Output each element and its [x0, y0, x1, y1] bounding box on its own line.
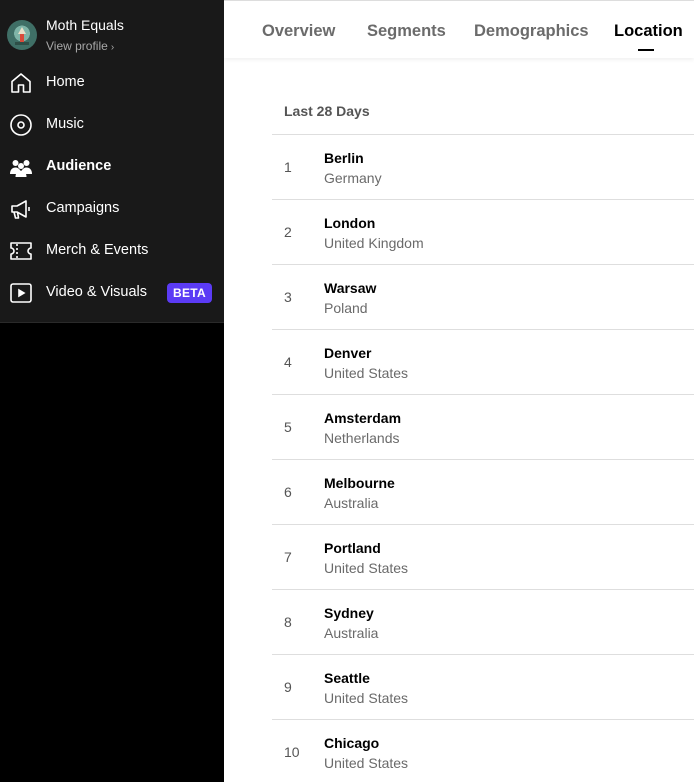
location-rank: 3 — [284, 289, 292, 305]
tab-overview[interactable]: Overview — [262, 22, 335, 41]
sidebar-item-audience[interactable]: Audience — [0, 146, 224, 186]
location-row: 1 Berlin Germany — [272, 134, 694, 199]
location-country: United States — [324, 560, 409, 576]
location-country: United States — [324, 690, 409, 706]
location-city: London — [324, 215, 376, 231]
location-country: Australia — [324, 495, 379, 511]
location-row: 10 Chicago United States — [272, 719, 694, 782]
location-rank: 9 — [284, 679, 292, 695]
sidebar-item-label: Video & Visuals — [46, 284, 148, 300]
profile-card[interactable]: Moth Equals View profile › — [0, 0, 224, 62]
location-country: Germany — [324, 170, 382, 186]
location-country: Poland — [324, 300, 368, 316]
sidebar-panel: Moth Equals View profile › Home Music Au… — [0, 0, 224, 323]
sidebar-item-music[interactable]: Music — [0, 104, 224, 144]
location-row: 4 Denver United States — [272, 329, 694, 394]
location-rank: 6 — [284, 484, 292, 500]
location-city: Denver — [324, 345, 372, 361]
location-city: Amsterdam — [324, 410, 402, 426]
home-icon — [11, 73, 31, 93]
view-profile-label: View profile — [46, 39, 108, 53]
location-row: 8 Sydney Australia — [272, 589, 694, 654]
location-city: Chicago — [324, 735, 380, 751]
chevron-right-icon: › — [110, 42, 115, 53]
sidebar-item-home[interactable]: Home — [0, 62, 224, 102]
location-country: Australia — [324, 625, 379, 641]
tab-location[interactable]: Location — [614, 22, 683, 41]
sidebar-item-label: Music — [46, 116, 84, 132]
location-row: 3 Warsaw Poland — [272, 264, 694, 329]
beta-badge: BETA — [167, 283, 212, 303]
active-tab-indicator — [638, 49, 654, 51]
audience-icon — [10, 160, 32, 177]
location-rank: 7 — [284, 549, 292, 565]
profile-name: Moth Equals — [46, 17, 124, 33]
location-country: United States — [324, 365, 409, 381]
location-country: Netherlands — [324, 430, 400, 446]
main-content: Overview Segments Demographics Location … — [224, 0, 694, 782]
location-rank: 10 — [284, 744, 300, 760]
location-city: Warsaw — [324, 280, 377, 296]
tab-bar: Overview Segments Demographics Location — [224, 0, 694, 58]
sidebar-item-merch-events[interactable]: Merch & Events — [0, 230, 224, 270]
date-range-label: Last 28 Days — [284, 103, 370, 119]
sidebar-item-label: Campaigns — [46, 200, 120, 216]
location-row: 6 Melbourne Australia — [272, 459, 694, 524]
location-list: 1 Berlin Germany 2 London United Kingdom 3 Wars… — [272, 134, 694, 782]
sidebar: Moth Equals View profile › Home Music Au… — [0, 0, 224, 782]
sidebar-item-video-visuals[interactable]: Video & Visuals BETA — [0, 272, 224, 312]
location-country: United States — [324, 755, 409, 771]
location-city: Portland — [324, 540, 381, 556]
location-rank: 8 — [284, 614, 292, 630]
view-profile-link[interactable]: View profile › — [46, 39, 114, 53]
sidebar-item-label: Home — [46, 74, 85, 90]
location-row: 9 Seattle United States — [272, 654, 694, 719]
location-rank: 4 — [284, 354, 292, 370]
location-row: 7 Portland United States — [272, 524, 694, 589]
avatar[interactable] — [7, 20, 37, 50]
ticket-icon — [10, 242, 32, 260]
location-row: 5 Amsterdam Netherlands — [272, 394, 694, 459]
sidebar-item-label: Audience — [46, 158, 112, 174]
location-rank: 5 — [284, 419, 292, 435]
tab-demographics[interactable]: Demographics — [474, 22, 589, 41]
tab-segments[interactable]: Segments — [367, 22, 446, 41]
location-row: 2 London United Kingdom — [272, 199, 694, 264]
location-city: Seattle — [324, 670, 370, 686]
location-city: Melbourne — [324, 475, 395, 491]
video-icon — [10, 283, 32, 303]
location-city: Sydney — [324, 605, 374, 621]
location-rank: 2 — [284, 224, 292, 240]
sidebar-item-label: Merch & Events — [46, 242, 149, 258]
location-country: United Kingdom — [324, 235, 424, 251]
location-rank: 1 — [284, 159, 292, 175]
sidebar-item-campaigns[interactable]: Campaigns — [0, 188, 224, 228]
location-city: Berlin — [324, 150, 364, 166]
music-disc-icon — [10, 114, 32, 136]
megaphone-icon — [11, 200, 30, 219]
